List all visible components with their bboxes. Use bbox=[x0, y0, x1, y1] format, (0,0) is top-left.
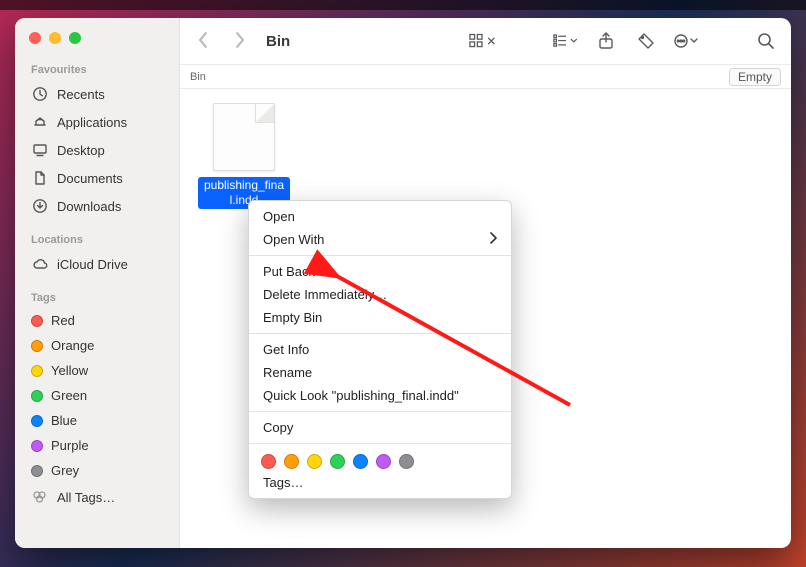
menu-separator bbox=[249, 411, 511, 412]
sidebar-item-icloud-drive[interactable]: iCloud Drive bbox=[15, 250, 179, 278]
sidebar-section-favourites: Favourites bbox=[15, 60, 179, 80]
sidebar-tag-yellow[interactable]: Yellow bbox=[15, 358, 179, 383]
sidebar-item-label: Red bbox=[51, 313, 75, 328]
share-button[interactable] bbox=[593, 30, 619, 52]
document-icon bbox=[31, 169, 49, 187]
sidebar-item-label: Green bbox=[51, 388, 87, 403]
sidebar-item-label: All Tags… bbox=[57, 490, 115, 505]
tag-dot-icon bbox=[31, 415, 43, 427]
menu-item-put-back[interactable]: Put Back bbox=[249, 260, 511, 283]
menu-item-delete-immediately[interactable]: Delete Immediately… bbox=[249, 283, 511, 306]
menubar bbox=[0, 0, 806, 10]
chevron-right-icon bbox=[489, 232, 497, 247]
sidebar-item-recents[interactable]: Recents bbox=[15, 80, 179, 108]
minimize-window-button[interactable] bbox=[49, 32, 61, 44]
menu-tag-dot[interactable] bbox=[330, 454, 345, 469]
sidebar-item-applications[interactable]: Applications bbox=[15, 108, 179, 136]
tag-dot-icon bbox=[31, 390, 43, 402]
sidebar-tag-grey[interactable]: Grey bbox=[15, 458, 179, 483]
nav-forward-button[interactable] bbox=[228, 31, 250, 52]
menu-item-empty-bin[interactable]: Empty Bin bbox=[249, 306, 511, 329]
sidebar-item-label: iCloud Drive bbox=[57, 257, 128, 272]
sidebar-item-desktop[interactable]: Desktop bbox=[15, 136, 179, 164]
traffic-lights bbox=[15, 30, 179, 60]
menu-tag-dot[interactable] bbox=[307, 454, 322, 469]
sidebar-section-locations: Locations bbox=[15, 230, 179, 250]
menu-tag-dot[interactable] bbox=[399, 454, 414, 469]
sidebar-tag-green[interactable]: Green bbox=[15, 383, 179, 408]
sidebar: Favourites Recents Applications Desktop Doc… bbox=[15, 18, 180, 548]
tag-dot-icon bbox=[31, 440, 43, 452]
sidebar-tag-blue[interactable]: Blue bbox=[15, 408, 179, 433]
menu-separator bbox=[249, 333, 511, 334]
search-button[interactable] bbox=[753, 30, 779, 52]
sidebar-item-label: Recents bbox=[57, 87, 105, 102]
sidebar-item-label: Yellow bbox=[51, 363, 88, 378]
menu-separator bbox=[249, 443, 511, 444]
action-menu-button[interactable] bbox=[673, 30, 699, 52]
sidebar-item-label: Purple bbox=[51, 438, 89, 453]
menu-item-tags[interactable]: Tags… bbox=[249, 471, 511, 494]
tag-dot-icon bbox=[31, 315, 43, 327]
sidebar-item-label: Desktop bbox=[57, 143, 105, 158]
window-title: Bin bbox=[266, 33, 290, 50]
sidebar-tag-orange[interactable]: Orange bbox=[15, 333, 179, 358]
menu-tag-color-row bbox=[249, 448, 511, 471]
sidebar-tag-purple[interactable]: Purple bbox=[15, 433, 179, 458]
file-item[interactable]: publishing_final.indd bbox=[198, 103, 290, 209]
desktop-icon bbox=[31, 141, 49, 159]
sidebar-item-all-tags[interactable]: All Tags… bbox=[15, 483, 179, 511]
menu-separator bbox=[249, 255, 511, 256]
sidebar-item-label: Applications bbox=[57, 115, 127, 130]
sidebar-item-downloads[interactable]: Downloads bbox=[15, 192, 179, 220]
file-icon bbox=[213, 103, 275, 171]
download-icon bbox=[31, 197, 49, 215]
view-grid-button[interactable] bbox=[469, 30, 495, 52]
zoom-window-button[interactable] bbox=[69, 32, 81, 44]
clock-icon bbox=[31, 85, 49, 103]
edit-tags-button[interactable] bbox=[633, 30, 659, 52]
menu-tag-dot[interactable] bbox=[261, 454, 276, 469]
menu-tag-dot[interactable] bbox=[353, 454, 368, 469]
toolbar: Bin bbox=[180, 18, 791, 65]
tag-dot-icon bbox=[31, 465, 43, 477]
empty-bin-button[interactable]: Empty bbox=[729, 68, 781, 86]
path-bar: Bin Empty bbox=[180, 65, 791, 89]
sidebar-tag-red[interactable]: Red bbox=[15, 308, 179, 333]
menu-item-open-with[interactable]: Open With bbox=[249, 228, 511, 251]
tag-dot-icon bbox=[31, 340, 43, 352]
apps-icon bbox=[31, 113, 49, 131]
sidebar-item-label: Orange bbox=[51, 338, 94, 353]
sidebar-item-label: Downloads bbox=[57, 199, 121, 214]
context-menu: Open Open With Put Back Delete Immediate… bbox=[248, 200, 512, 499]
menu-item-get-info[interactable]: Get Info bbox=[249, 338, 511, 361]
nav-back-button[interactable] bbox=[192, 31, 214, 52]
menu-tag-dot[interactable] bbox=[284, 454, 299, 469]
menu-item-copy[interactable]: Copy bbox=[249, 416, 511, 439]
all-tags-icon bbox=[31, 488, 49, 506]
menu-item-quick-look[interactable]: Quick Look "publishing_final.indd" bbox=[249, 384, 511, 407]
sidebar-item-label: Grey bbox=[51, 463, 79, 478]
sidebar-item-documents[interactable]: Documents bbox=[15, 164, 179, 192]
menu-item-rename[interactable]: Rename bbox=[249, 361, 511, 384]
menu-item-open[interactable]: Open bbox=[249, 205, 511, 228]
sidebar-item-label: Documents bbox=[57, 171, 123, 186]
sidebar-section-tags: Tags bbox=[15, 288, 179, 308]
menu-tag-dot[interactable] bbox=[376, 454, 391, 469]
group-by-button[interactable] bbox=[553, 30, 579, 52]
cloud-icon bbox=[31, 255, 49, 273]
close-window-button[interactable] bbox=[29, 32, 41, 44]
sidebar-item-label: Blue bbox=[51, 413, 77, 428]
path-current: Bin bbox=[190, 71, 206, 83]
tag-dot-icon bbox=[31, 365, 43, 377]
